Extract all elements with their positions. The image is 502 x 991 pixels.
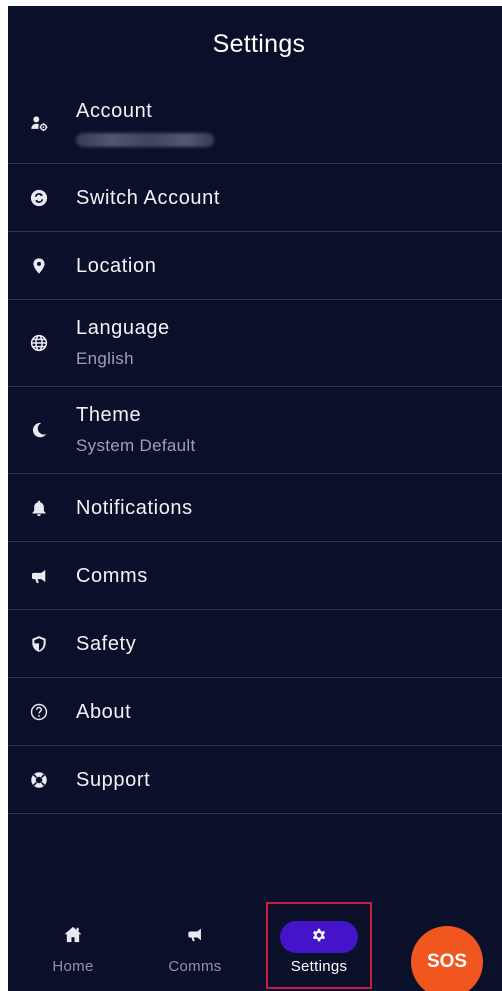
- megaphone-icon: [186, 926, 204, 948]
- nav-label: Home: [52, 958, 94, 975]
- menu-item-label: Theme: [76, 404, 142, 426]
- nav-home[interactable]: Home: [38, 920, 108, 975]
- megaphone-icon: [30, 567, 48, 585]
- menu-item-label: Language: [76, 317, 170, 339]
- settings-menu: Account Switch Account Location Language…: [8, 82, 502, 814]
- question-circle-icon: [30, 703, 48, 721]
- menu-item-label: Switch Account: [76, 186, 221, 209]
- header: Settings: [8, 6, 502, 82]
- menu-item-safety[interactable]: Safety: [8, 610, 502, 678]
- menu-item-comms[interactable]: Comms: [8, 542, 502, 610]
- menu-item-label: Location: [76, 254, 157, 277]
- menu-item-value: System Default: [76, 436, 196, 455]
- account-name-redacted: [76, 132, 214, 147]
- menu-item-label: Safety: [76, 632, 137, 655]
- sos-button[interactable]: SOS: [411, 926, 483, 991]
- active-indicator-pill: [280, 921, 358, 953]
- nav-comms[interactable]: Comms: [160, 920, 230, 975]
- menu-item-about[interactable]: About: [8, 678, 502, 746]
- account-gear-icon: [30, 114, 48, 132]
- menu-item-value: English: [76, 349, 134, 368]
- nav-label: Settings: [290, 958, 348, 975]
- menu-item-account[interactable]: Account: [8, 82, 502, 164]
- globe-icon: [30, 334, 48, 352]
- menu-item-notifications[interactable]: Notifications: [8, 474, 502, 542]
- menu-item-label: Notifications: [76, 496, 193, 519]
- nav-settings[interactable]: Settings: [266, 902, 372, 989]
- gear-icon: [310, 926, 328, 949]
- moon-icon: [30, 421, 48, 439]
- shield-icon: [30, 635, 48, 653]
- menu-item-location[interactable]: Location: [8, 232, 502, 300]
- menu-item-label: About: [76, 700, 132, 723]
- bottom-nav: Home Comms Settings SOS: [8, 896, 502, 991]
- lifebuoy-icon: [30, 771, 48, 789]
- menu-item-label: Support: [76, 768, 151, 791]
- home-icon: [64, 926, 82, 948]
- menu-item-support[interactable]: Support: [8, 746, 502, 814]
- nav-label: Comms: [168, 958, 222, 975]
- location-pin-icon: [30, 257, 48, 275]
- menu-item-theme[interactable]: Theme System Default: [8, 387, 502, 474]
- page-title: Settings: [212, 29, 306, 58]
- switch-account-icon: [30, 189, 48, 207]
- settings-screen: Settings Account Switch Account Location…: [8, 6, 502, 991]
- menu-item-label: Account: [76, 99, 153, 122]
- menu-item-switch-account[interactable]: Switch Account: [8, 164, 502, 232]
- bell-icon: [30, 499, 48, 517]
- menu-item-language[interactable]: Language English: [8, 300, 502, 387]
- menu-item-label: Comms: [76, 564, 148, 587]
